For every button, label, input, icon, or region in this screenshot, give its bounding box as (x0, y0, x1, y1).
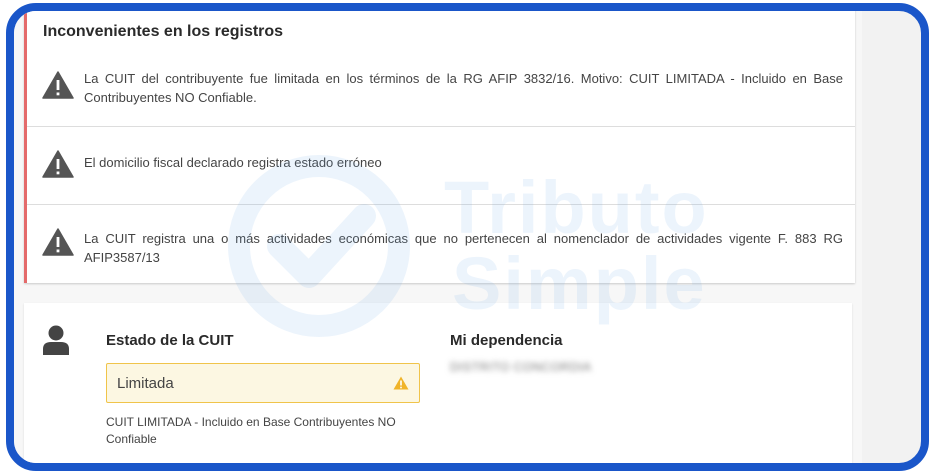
issue-row: La CUIT registra una o más actividades e… (27, 205, 855, 283)
issue-text: El domicilio fiscal declarado registra e… (84, 155, 382, 170)
issues-card: Inconvenientes en los registros La CUIT … (24, 11, 855, 283)
warning-triangle-icon (42, 150, 74, 178)
warning-triangle-icon (393, 376, 409, 390)
issue-row: El domicilio fiscal declarado registra e… (27, 127, 855, 205)
warning-triangle-icon (42, 71, 74, 99)
dependencia-title: Mi dependencia (450, 332, 563, 349)
screenshot-frame: Inconvenientes en los registros La CUIT … (6, 3, 929, 471)
estado-cuit-title: Estado de la CUIT (106, 332, 234, 349)
estado-cuit-description: CUIT LIMITADA - Incluido en Base Contrib… (106, 415, 396, 446)
warning-triangle-icon (42, 228, 74, 256)
issue-text: La CUIT del contribuyente fue limitada e… (84, 71, 843, 105)
estado-cuit-field: Limitada (106, 363, 420, 403)
cuit-status-card: Estado de la CUIT Limitada CUIT LIMITADA… (24, 303, 852, 463)
estado-cuit-value: Limitada (117, 375, 174, 392)
dependencia-value: DISTRITO CONCORDIA (450, 360, 592, 374)
issue-text: La CUIT registra una o más actividades e… (84, 231, 843, 265)
user-icon (43, 325, 69, 355)
issue-row: La CUIT del contribuyente fue limitada e… (27, 49, 855, 127)
issues-title: Inconvenientes en los registros (43, 23, 284, 40)
